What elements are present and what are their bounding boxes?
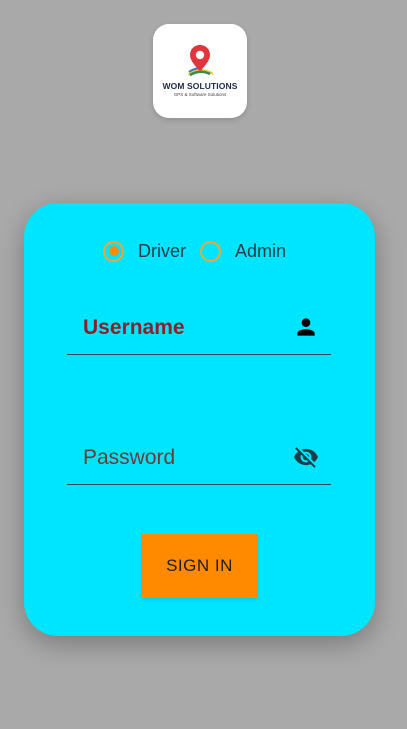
radio-admin-circle[interactable] — [200, 240, 221, 262]
radio-admin-label: Admin — [235, 240, 287, 261]
visibility-off-icon[interactable] — [293, 444, 319, 470]
sign-in-button[interactable]: SIGN IN — [141, 534, 258, 598]
username-input[interactable] — [83, 310, 283, 346]
map-pin-icon — [188, 45, 214, 77]
app-logo: WOM SOLUTIONS GPS & Software Solutions — [153, 24, 247, 118]
person-icon — [297, 318, 315, 336]
radio-selected-dot — [108, 246, 119, 256]
password-field — [67, 440, 331, 485]
password-input[interactable] — [83, 440, 283, 476]
radio-driver-circle[interactable] — [103, 240, 124, 262]
radio-admin[interactable]: Admin — [200, 240, 287, 262]
login-card: Driver Admin SIGN IN — [24, 203, 375, 636]
radio-driver[interactable]: Driver — [103, 240, 186, 262]
logo-subtitle: GPS & Software Solutions — [173, 92, 227, 97]
logo-title: WOM SOLUTIONS — [162, 81, 238, 91]
radio-driver-label: Driver — [138, 240, 186, 261]
username-field — [67, 310, 331, 355]
role-radio-group: Driver Admin — [103, 236, 286, 266]
